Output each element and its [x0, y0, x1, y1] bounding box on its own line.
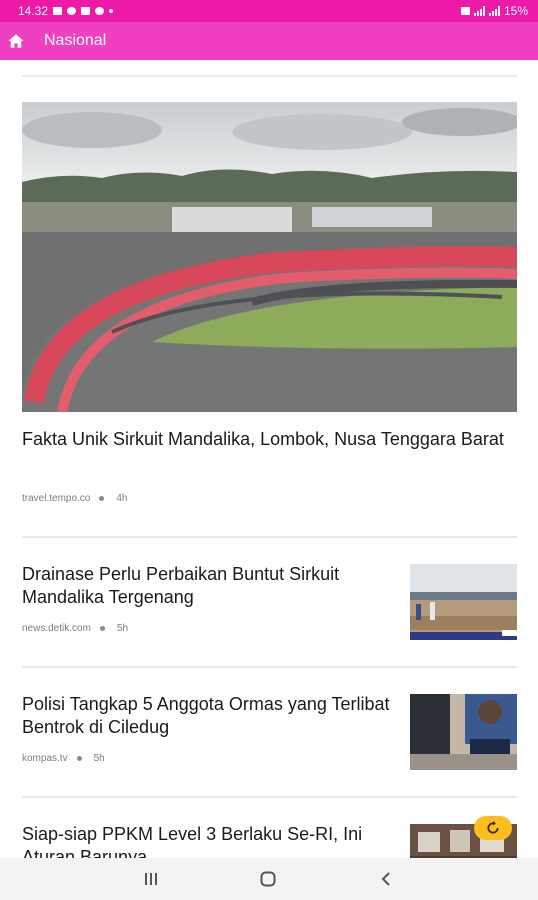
back-icon	[381, 872, 390, 886]
article-title[interactable]: Polisi Tangkap 5 Anggota Ormas yang Terl…	[22, 693, 392, 739]
article-meta: travel.tempo.co 4h	[22, 493, 128, 504]
status-time: 14.32	[18, 4, 49, 18]
article-age: 5h	[93, 753, 105, 764]
article-thumbnail[interactable]	[410, 564, 517, 640]
recents-icon	[145, 873, 157, 885]
app-title: Nasional	[44, 32, 107, 49]
divider	[22, 75, 517, 77]
signal-2-icon	[488, 6, 500, 16]
article-title[interactable]: Siap-siap PPKM Level 3 Berlaku Se-RI, In…	[22, 823, 392, 858]
article-age: 5h	[116, 623, 129, 634]
divider	[22, 666, 517, 668]
news-feed[interactable]: Fakta Unik Sirkuit Mandalika, Lombok, Nu…	[0, 60, 538, 858]
divider	[22, 796, 517, 798]
signal-icon	[473, 6, 485, 16]
mute-icon	[460, 7, 470, 15]
separator-dot	[99, 496, 105, 501]
refresh-button[interactable]	[474, 816, 512, 840]
image-notification-icon	[53, 7, 63, 15]
article-age: 4h	[116, 493, 128, 504]
article-source: news.detik.com	[22, 623, 91, 634]
divider	[22, 536, 517, 538]
battery-level: 15%	[503, 4, 528, 18]
separator-dot	[76, 756, 82, 761]
home-icon	[8, 34, 24, 48]
article-title[interactable]: Fakta Unik Sirkuit Mandalika, Lombok, Nu…	[22, 428, 512, 451]
article-image[interactable]	[22, 102, 517, 412]
article-title[interactable]: Drainase Perlu Perbaikan Buntut Sirkuit …	[22, 563, 392, 609]
recents-button[interactable]	[131, 858, 171, 900]
article-source: kompas.tv	[22, 753, 68, 764]
more-notifications-icon	[109, 9, 114, 13]
article-meta: news.detik.com 5h	[22, 623, 128, 634]
app-bar: Nasional	[0, 22, 538, 60]
nav-home-icon	[260, 871, 276, 887]
refresh-icon	[487, 821, 499, 834]
separator-dot	[99, 626, 105, 631]
back-button[interactable]	[366, 858, 406, 900]
status-bar: 14.32 15%	[0, 0, 538, 22]
article-thumbnail[interactable]	[410, 694, 517, 770]
home-button[interactable]	[0, 22, 35, 60]
article-source: travel.tempo.co	[22, 493, 91, 504]
whatsapp-notification-icon	[95, 7, 105, 15]
mail-notification-icon	[81, 7, 91, 15]
navigation-bar	[0, 858, 538, 900]
nav-home-button[interactable]	[248, 858, 288, 900]
article-meta: kompas.tv 5h	[22, 753, 105, 764]
cloud-notification-icon	[67, 7, 77, 15]
